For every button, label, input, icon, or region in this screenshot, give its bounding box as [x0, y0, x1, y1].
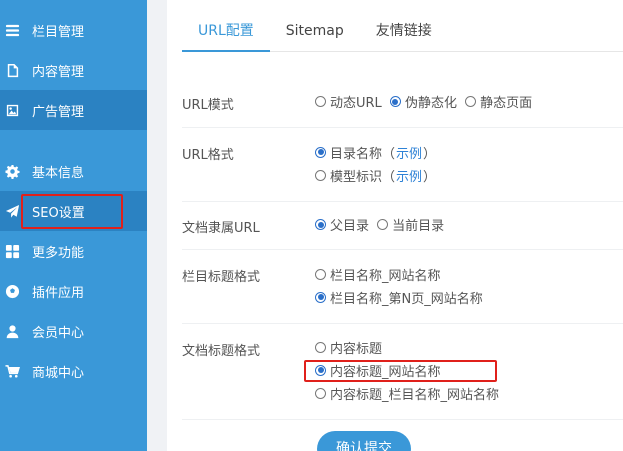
sidebar-item-mall-center[interactable]: 商城中心 — [0, 351, 147, 391]
menu-icon — [3, 21, 21, 39]
paren-open: （ — [382, 146, 396, 162]
radio-label: 动态URL — [330, 96, 382, 111]
radio-label: 内容标题 — [330, 341, 383, 357]
sidebar-item-content-management[interactable]: 内容管理 — [0, 50, 147, 90]
radio-circle — [465, 96, 477, 107]
radio-label: 目录名称 — [330, 146, 383, 162]
image-icon — [3, 101, 21, 119]
radio-label: 模型标识 — [330, 169, 383, 185]
sidebar-item-seo-settings[interactable]: SEO设置 — [0, 191, 147, 231]
gear-icon — [3, 162, 21, 180]
sidebar-item-label: 插件应用 — [32, 285, 85, 301]
radio-label: 当前目录 — [392, 219, 445, 234]
radio-circle-selected — [315, 146, 326, 158]
radio-doc-title-content[interactable]: 内容标题 — [315, 337, 499, 357]
radio-label: 父目录 — [330, 219, 370, 234]
sidebar-item-label: 更多功能 — [32, 245, 85, 261]
document-icon — [3, 61, 21, 79]
setting-row-url-format: URL格式 目录名称 （ 示例 ） 模型标识 （ 示例 ） — [182, 128, 623, 202]
setting-label: 文档标题格式 — [182, 344, 261, 359]
radio-url-mode-static[interactable]: 静态页面 — [465, 92, 532, 111]
sidebar-item-more-features[interactable]: 更多功能 — [0, 231, 147, 271]
radio-circle — [315, 169, 326, 181]
radio-url-format-model-id[interactable]: 模型标识 （ 示例 ） — [315, 165, 436, 185]
sidebar-item-label: 内容管理 — [32, 64, 85, 80]
tab-url-config[interactable]: URL配置 — [182, 12, 270, 52]
radio-circle-selected — [315, 219, 326, 230]
paren-open: （ — [382, 169, 396, 185]
radio-group-doc-url: 父目录 当前目录 — [315, 215, 448, 234]
radio-doc-title-content-column-site[interactable]: 内容标题_栏目名称_网站名称 — [315, 383, 499, 403]
grid-icon — [3, 242, 21, 260]
sidebar-item-label: 基本信息 — [32, 165, 85, 181]
radio-group-url-format: 目录名称 （ 示例 ） 模型标识 （ 示例 ） — [315, 142, 436, 185]
sidebar-item-label: 会员中心 — [32, 325, 85, 341]
radio-column-title-name-site[interactable]: 栏目名称_网站名称 — [315, 264, 483, 284]
radio-circle — [315, 268, 326, 280]
radio-doc-url-current[interactable]: 当前目录 — [377, 215, 444, 234]
sidebar-item-column-management[interactable]: 栏目管理 — [0, 10, 147, 50]
content-gutter — [147, 0, 167, 451]
radio-url-mode-dynamic[interactable]: 动态URL — [315, 92, 382, 111]
radio-label: 内容标题_网站名称 — [330, 364, 441, 380]
paper-plane-icon — [3, 202, 21, 220]
example-link[interactable]: 示例 — [396, 143, 422, 162]
radio-circle — [315, 387, 326, 399]
radio-group-url-mode: 动态URL 伪静态化 静态页面 — [315, 92, 536, 111]
sidebar-item-plugin-apps[interactable]: 插件应用 — [0, 271, 147, 311]
setting-label: 文档隶属URL — [182, 221, 260, 236]
tab-sitemap[interactable]: Sitemap — [270, 12, 360, 52]
radio-doc-title-content-site[interactable]: 内容标题_网站名称 — [315, 360, 499, 380]
radio-url-mode-pseudo-static[interactable]: 伪静态化 — [389, 92, 457, 111]
radio-circle — [315, 96, 326, 107]
setting-label: URL模式 — [182, 98, 234, 113]
main-panel: URL配置 Sitemap 友情链接 URL模式 动态URL 伪静态化 静态页面… — [167, 0, 623, 451]
tab-bar: URL配置 Sitemap 友情链接 — [182, 12, 623, 52]
example-link[interactable]: 示例 — [396, 166, 422, 185]
sidebar-item-ad-management[interactable]: 广告管理 — [0, 90, 147, 130]
radio-circle — [315, 341, 326, 353]
sidebar-item-label: SEO设置 — [32, 205, 85, 221]
radio-circle-selected — [315, 364, 326, 376]
sidebar-item-label: 商城中心 — [32, 365, 85, 381]
cart-icon — [3, 362, 21, 380]
sidebar-divider — [0, 130, 147, 152]
radio-label: 内容标题_栏目名称_网站名称 — [330, 387, 500, 403]
sidebar-item-member-center[interactable]: 会员中心 — [0, 311, 147, 351]
radio-circle-selected — [389, 96, 401, 107]
paren-close: ） — [423, 146, 437, 162]
submit-button[interactable]: 确认提交 — [317, 431, 411, 451]
radio-group-column-title: 栏目名称_网站名称 栏目名称_第N页_网站名称 — [315, 264, 483, 307]
radio-label: 栏目名称_网站名称 — [330, 268, 441, 284]
setting-row-doc-url: 文档隶属URL 父目录 当前目录 — [182, 202, 623, 250]
radio-circle — [377, 219, 389, 230]
tab-friend-links[interactable]: 友情链接 — [360, 12, 448, 52]
sidebar-item-label: 广告管理 — [32, 104, 85, 120]
radio-label: 静态页面 — [480, 96, 533, 111]
soccer-ball-icon — [3, 282, 21, 300]
radio-doc-url-parent[interactable]: 父目录 — [315, 215, 369, 234]
user-icon — [3, 322, 21, 340]
radio-circle-selected — [315, 291, 326, 303]
setting-row-column-title: 栏目标题格式 栏目名称_网站名称 栏目名称_第N页_网站名称 — [182, 250, 623, 324]
radio-url-format-dir-name[interactable]: 目录名称 （ 示例 ） — [315, 142, 436, 162]
radio-group-doc-title: 内容标题 内容标题_网站名称 内容标题_栏目名称_网站名称 — [315, 337, 499, 403]
sidebar-item-label: 栏目管理 — [32, 24, 85, 40]
setting-row-doc-title: 文档标题格式 内容标题 内容标题_网站名称 内容标题_栏目名称_网站名称 — [182, 324, 623, 420]
sidebar: 栏目管理 内容管理 广告管理 基本信息 SEO设置 更多功能 插件应用 会员中心… — [0, 0, 147, 451]
radio-label: 伪静态化 — [404, 96, 457, 111]
sidebar-item-basic-info[interactable]: 基本信息 — [0, 151, 147, 191]
setting-row-url-mode: URL模式 动态URL 伪静态化 静态页面 — [182, 80, 623, 128]
paren-close: ） — [423, 169, 437, 185]
radio-label: 栏目名称_第N页_网站名称 — [330, 291, 483, 307]
radio-column-title-name-page-site[interactable]: 栏目名称_第N页_网站名称 — [315, 287, 483, 307]
setting-label: 栏目标题格式 — [182, 270, 261, 285]
setting-label: URL格式 — [182, 148, 234, 163]
